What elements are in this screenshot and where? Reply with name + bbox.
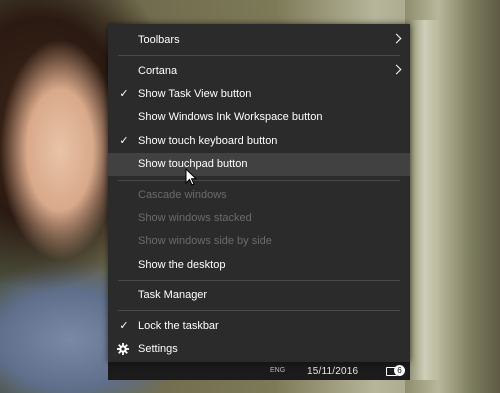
checkmark-icon: ✓	[119, 88, 129, 100]
taskbar-context-menu: Toolbars Cortana ✓ Show Task View button…	[108, 24, 410, 362]
checkmark-icon: ✓	[119, 320, 129, 332]
menu-item-lock-taskbar[interactable]: ✓ Lock the taskbar	[108, 315, 410, 338]
checkmark-icon: ✓	[119, 135, 129, 147]
menu-separator	[118, 280, 400, 281]
menu-item-windows-stacked: Show windows stacked	[108, 207, 410, 230]
mouse-pointer-icon	[185, 168, 197, 186]
menu-item-show-ink-workspace[interactable]: Show Windows Ink Workspace button	[108, 106, 410, 129]
menu-item-label: Settings	[138, 343, 178, 355]
action-center-button[interactable]: 6	[384, 364, 406, 378]
menu-item-label: Show touch keyboard button	[138, 135, 278, 147]
menu-separator	[118, 180, 400, 181]
menu-item-task-manager[interactable]: Task Manager	[108, 284, 410, 307]
menu-item-toolbars[interactable]: Toolbars	[108, 29, 410, 52]
menu-item-label: Task Manager	[138, 289, 208, 301]
wallpaper-highlight	[410, 20, 440, 380]
menu-item-settings[interactable]: Settings	[108, 338, 410, 361]
menu-item-cascade-windows: Cascade windows	[108, 184, 410, 207]
menu-item-show-desktop[interactable]: Show the desktop	[108, 254, 410, 277]
menu-item-label: Show windows stacked	[138, 212, 252, 224]
menu-separator	[118, 310, 400, 311]
menu-item-show-touch-keyboard[interactable]: ✓ Show touch keyboard button	[108, 130, 410, 153]
taskbar[interactable]	[108, 362, 410, 380]
menu-item-show-touchpad[interactable]: Show touchpad button	[108, 153, 410, 176]
menu-item-label: Toolbars	[138, 34, 180, 46]
menu-item-label: Lock the taskbar	[138, 320, 219, 332]
notification-count-badge: 6	[394, 365, 405, 376]
menu-separator	[118, 55, 400, 56]
menu-item-label: Show the desktop	[138, 259, 226, 271]
menu-item-cortana[interactable]: Cortana	[108, 60, 410, 83]
menu-item-label: Show windows side by side	[138, 235, 272, 247]
menu-item-windows-side-by-side: Show windows side by side	[108, 230, 410, 253]
menu-item-label: Show Task View button	[138, 88, 252, 100]
menu-item-label: Show Windows Ink Workspace button	[138, 111, 323, 123]
gear-icon	[117, 343, 129, 355]
menu-item-show-task-view[interactable]: ✓ Show Task View button	[108, 83, 410, 106]
taskbar-date[interactable]: 15/11/2016	[307, 366, 358, 377]
chevron-right-icon	[391, 33, 402, 44]
menu-item-label: Cascade windows	[138, 189, 227, 201]
chevron-right-icon	[391, 64, 402, 75]
menu-item-label: Cortana	[138, 65, 178, 77]
taskbar-language[interactable]: ENG	[270, 367, 285, 374]
